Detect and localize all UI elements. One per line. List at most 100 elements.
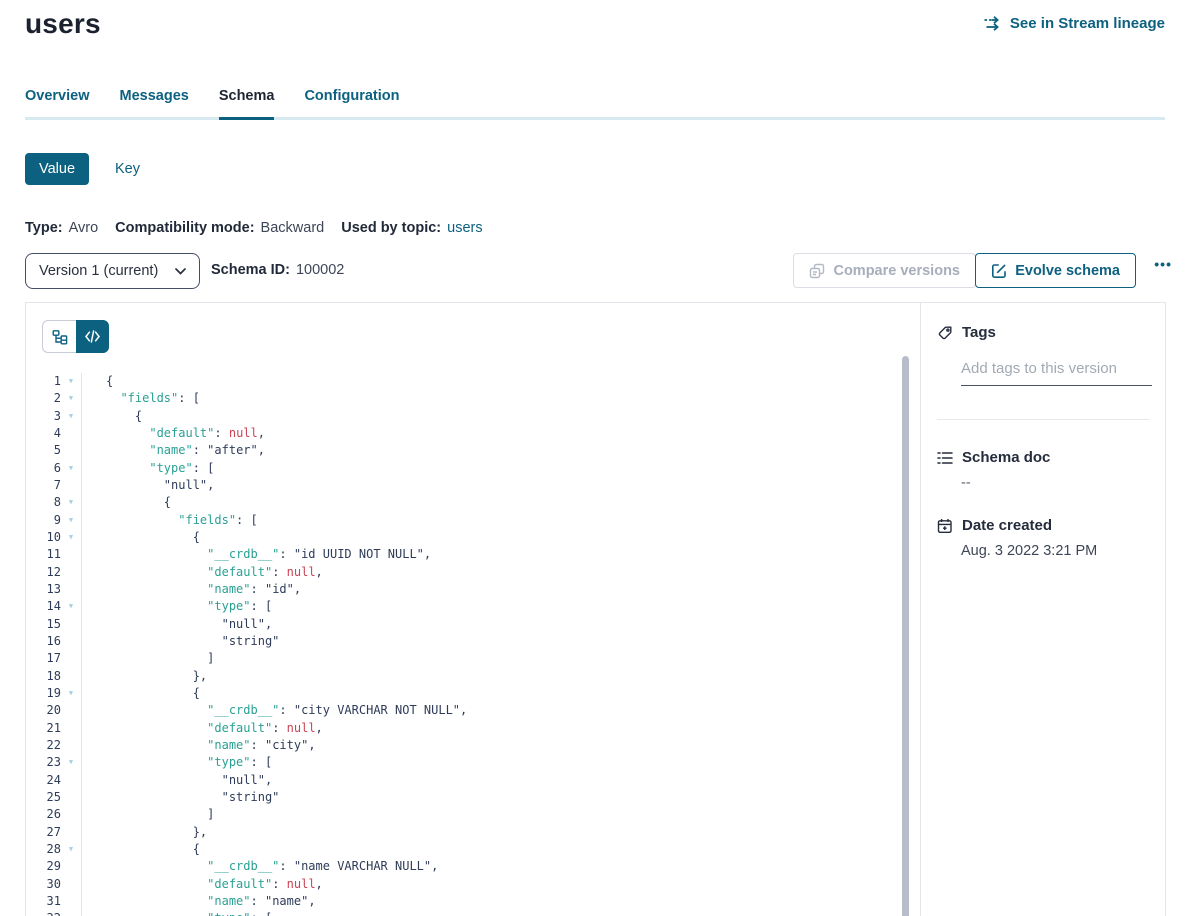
- fold-toggle-icon[interactable]: ▼: [61, 529, 81, 546]
- fold-toggle-icon[interactable]: ▼: [61, 408, 81, 425]
- version-select[interactable]: Version 1 (current): [25, 253, 200, 289]
- doc-list-icon: [937, 451, 953, 465]
- line-number: 32: [26, 910, 61, 916]
- compare-versions-button[interactable]: Compare versions: [793, 253, 976, 288]
- code-text: "type": [: [106, 460, 214, 477]
- line-number: 18: [26, 668, 61, 685]
- fold-toggle-icon[interactable]: ▼: [61, 512, 81, 529]
- code-text: {: [106, 373, 113, 390]
- tab-schema[interactable]: Schema: [219, 88, 275, 120]
- code-text: "string": [106, 633, 279, 650]
- schema-code-viewer: 1▼{2▼ "fields": [3▼ {4 "default": null,5…: [26, 373, 919, 916]
- tab-messages[interactable]: Messages: [120, 88, 189, 120]
- code-text: "null",: [106, 477, 214, 494]
- fold-spacer: [61, 858, 81, 875]
- tab-configuration[interactable]: Configuration: [304, 88, 399, 120]
- fold-spacer: [61, 564, 81, 581]
- date-created-value: Aug. 3 2022 3:21 PM: [961, 543, 1097, 559]
- page-title: users: [25, 8, 101, 40]
- fold-toggle-icon[interactable]: ▼: [61, 373, 81, 390]
- code-view-button[interactable]: [76, 320, 109, 353]
- code-text: "default": null,: [106, 876, 323, 893]
- code-line: 2▼ "fields": [: [26, 390, 919, 407]
- line-number: 3: [26, 408, 61, 425]
- code-text: "default": null,: [106, 425, 265, 442]
- code-text: "default": null,: [106, 720, 323, 737]
- code-text: "type": [: [106, 910, 272, 916]
- calendar-plus-icon: [937, 518, 953, 534]
- code-view-icon: [85, 330, 100, 343]
- date-created-title: Date created: [962, 517, 1052, 534]
- code-text: "type": [: [106, 754, 272, 771]
- code-text: "default": null,: [106, 564, 323, 581]
- line-number: 7: [26, 477, 61, 494]
- fold-toggle-icon[interactable]: ▼: [61, 841, 81, 858]
- tags-title: Tags: [962, 324, 996, 341]
- code-line: 6▼ "type": [: [26, 460, 919, 477]
- code-line: 30 "default": null,: [26, 876, 919, 893]
- fold-spacer: [61, 876, 81, 893]
- line-number: 31: [26, 893, 61, 910]
- code-line: 16 "string": [26, 633, 919, 650]
- fold-spacer: [61, 720, 81, 737]
- line-number: 17: [26, 650, 61, 667]
- schema-meta-row: Type: Avro Compatibility mode: Backward …: [25, 220, 483, 236]
- date-created-section-header: Date created: [937, 517, 1052, 534]
- code-line: 14▼ "type": [: [26, 598, 919, 615]
- line-number: 15: [26, 616, 61, 633]
- fold-toggle-icon[interactable]: ▼: [61, 754, 81, 771]
- code-line: 11 "__crdb__": "id UUID NOT NULL",: [26, 546, 919, 563]
- code-line: 17 ]: [26, 650, 919, 667]
- code-line: 20 "__crdb__": "city VARCHAR NOT NULL",: [26, 702, 919, 719]
- line-number: 12: [26, 564, 61, 581]
- code-line: 31 "name": "name",: [26, 893, 919, 910]
- fold-spacer: [61, 650, 81, 667]
- line-number: 28: [26, 841, 61, 858]
- code-text: },: [106, 824, 207, 841]
- code-text: "__crdb__": "name VARCHAR NULL",: [106, 858, 438, 875]
- value-toggle-button[interactable]: Value: [25, 153, 89, 185]
- code-line: 5 "name": "after",: [26, 442, 919, 459]
- line-number: 6: [26, 460, 61, 477]
- see-in-stream-lineage-link[interactable]: See in Stream lineage: [984, 15, 1165, 32]
- vertical-scrollbar[interactable]: [902, 356, 909, 916]
- fold-toggle-icon[interactable]: ▼: [61, 685, 81, 702]
- fold-toggle-icon[interactable]: ▼: [61, 390, 81, 407]
- fold-spacer: [61, 425, 81, 442]
- line-number: 19: [26, 685, 61, 702]
- line-number: 10: [26, 529, 61, 546]
- value-key-toggle: Value Key: [25, 153, 140, 185]
- code-text: "null",: [106, 772, 272, 789]
- code-line: 18 },: [26, 668, 919, 685]
- code-line: 4 "default": null,: [26, 425, 919, 442]
- code-text: {: [106, 685, 200, 702]
- fold-toggle-icon[interactable]: ▼: [61, 494, 81, 511]
- code-text: "name": "name",: [106, 893, 316, 910]
- code-line: 24 "null",: [26, 772, 919, 789]
- line-number: 29: [26, 858, 61, 875]
- more-options-button[interactable]: •••: [1154, 256, 1172, 272]
- fold-toggle-icon[interactable]: ▼: [61, 598, 81, 615]
- fold-toggle-icon[interactable]: ▼: [61, 460, 81, 477]
- line-number: 30: [26, 876, 61, 893]
- evolve-schema-button[interactable]: Evolve schema: [975, 253, 1136, 288]
- line-number: 22: [26, 737, 61, 754]
- code-line: 12 "default": null,: [26, 564, 919, 581]
- line-number: 14: [26, 598, 61, 615]
- schema-page: users See in Stream lineage Overview Mes…: [0, 0, 1189, 916]
- topic-link[interactable]: users: [447, 220, 482, 236]
- tree-view-button[interactable]: [42, 320, 76, 353]
- line-number: 9: [26, 512, 61, 529]
- chevron-down-icon: [175, 268, 186, 275]
- fold-toggle-icon[interactable]: ▼: [61, 910, 81, 916]
- code-line: 21 "default": null,: [26, 720, 919, 737]
- line-number: 1: [26, 373, 61, 390]
- line-number: 8: [26, 494, 61, 511]
- meta-type: Type: Avro: [25, 220, 98, 236]
- compare-icon: [809, 263, 825, 279]
- tab-overview[interactable]: Overview: [25, 88, 90, 120]
- code-text: "__crdb__": "city VARCHAR NOT NULL",: [106, 702, 467, 719]
- key-toggle-button[interactable]: Key: [115, 161, 140, 177]
- add-tags-input[interactable]: [961, 358, 1152, 386]
- code-line: 27 },: [26, 824, 919, 841]
